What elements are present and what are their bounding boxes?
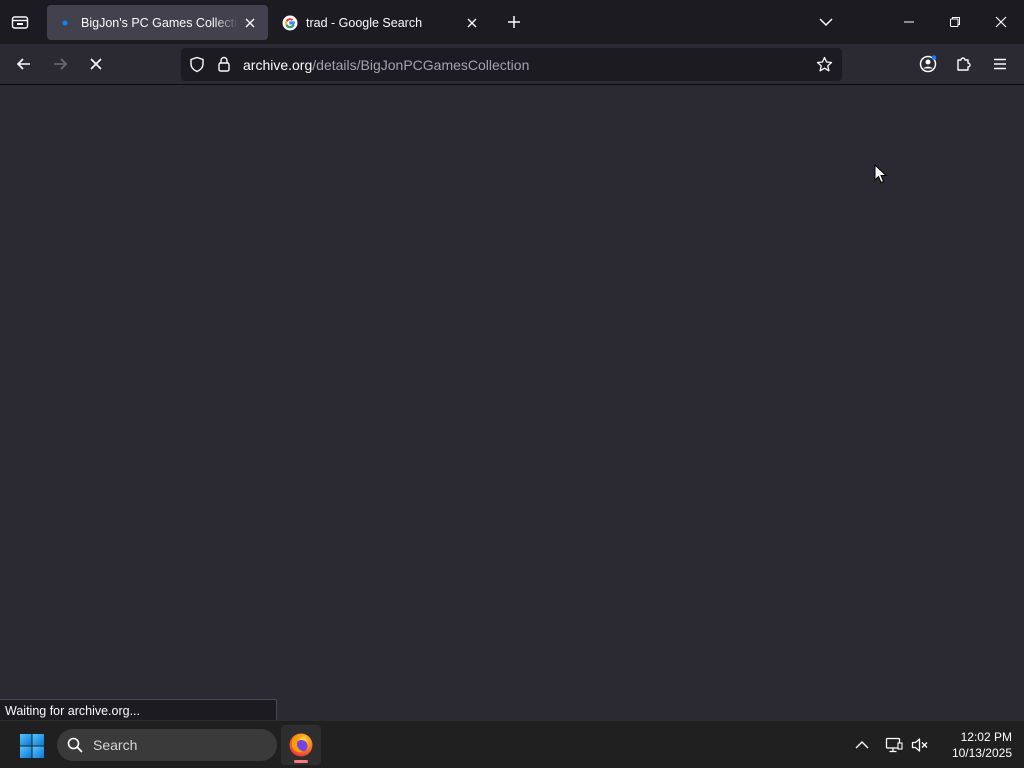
- tab-google-search[interactable]: trad - Google Search: [272, 5, 490, 40]
- start-button[interactable]: [14, 729, 50, 763]
- address-bar[interactable]: archive.org/details/BigJonPCGamesCollect…: [181, 48, 842, 81]
- search-icon: [67, 737, 83, 753]
- minimize-button[interactable]: [886, 0, 932, 44]
- system-clock[interactable]: 12:02 PM 10/13/2025: [936, 729, 1012, 761]
- restore-icon: [950, 17, 960, 27]
- google-icon: [282, 15, 298, 31]
- status-panel: Waiting for archive.org...: [0, 699, 277, 721]
- stop-x-icon: [90, 58, 102, 70]
- new-tab-button[interactable]: [502, 10, 526, 34]
- firefox-view-button[interactable]: [0, 0, 40, 44]
- search-label: Search: [93, 737, 138, 753]
- lock-icon[interactable]: [217, 56, 231, 77]
- account-button[interactable]: [914, 50, 942, 78]
- network-icon: [885, 737, 903, 753]
- firefox-view-icon: [11, 16, 29, 29]
- hamburger-menu-icon: [994, 58, 1006, 70]
- extensions-button[interactable]: [950, 50, 978, 78]
- network-status-button[interactable]: [882, 733, 906, 757]
- puzzle-piece-icon: [957, 57, 971, 71]
- tab-bigjon[interactable]: BigJon's PC Games Collection : Free: [47, 5, 268, 40]
- running-indicator: [294, 760, 308, 763]
- show-hidden-icons-button[interactable]: [850, 733, 874, 757]
- firefox-logo-icon: [289, 733, 313, 757]
- taskbar-search[interactable]: Search: [57, 729, 277, 761]
- volume-button[interactable]: [908, 733, 932, 757]
- close-tab-icon[interactable]: [464, 15, 480, 31]
- mouse-cursor-icon: [874, 164, 888, 184]
- bookmark-star-icon[interactable]: [816, 56, 833, 78]
- close-tab-icon[interactable]: [242, 15, 258, 31]
- close-window-button[interactable]: [978, 0, 1024, 44]
- account-icon: [919, 55, 937, 73]
- list-all-tabs-button[interactable]: [814, 10, 838, 34]
- url-path: /details/BigJonPCGamesCollection: [312, 57, 530, 73]
- arrow-right-icon: [54, 58, 68, 70]
- plus-icon: [508, 16, 520, 28]
- close-icon: [995, 16, 1007, 28]
- url-text[interactable]: archive.org/details/BigJonPCGamesCollect…: [243, 57, 529, 73]
- chevron-up-icon: [855, 741, 869, 749]
- stop-button[interactable]: [82, 50, 110, 78]
- minimize-icon: [904, 21, 914, 23]
- windows-logo-icon: [20, 734, 44, 758]
- clock-time: 12:02 PM: [960, 730, 1012, 744]
- page-content[interactable]: [0, 85, 1024, 720]
- taskbar: Search 12:02 PM 10/13/2025: [0, 720, 1024, 768]
- tab-title: BigJon's PC Games Collection : Free: [81, 15, 238, 30]
- taskbar-firefox-app[interactable]: [281, 725, 321, 765]
- arrow-left-icon: [16, 58, 30, 70]
- navigation-toolbar: archive.org/details/BigJonPCGamesCollect…: [0, 44, 1024, 85]
- loading-dot-icon: [57, 15, 73, 31]
- tracking-protection-shield-icon[interactable]: [189, 56, 205, 78]
- back-button[interactable]: [10, 50, 38, 78]
- forward-button[interactable]: [46, 50, 74, 78]
- restore-button[interactable]: [932, 0, 978, 44]
- tab-title: trad - Google Search: [306, 15, 423, 30]
- app-menu-button[interactable]: [986, 50, 1014, 78]
- volume-muted-icon: [911, 738, 928, 752]
- url-host: archive.org: [243, 57, 313, 73]
- chevron-down-icon: [819, 18, 833, 27]
- clock-date: 10/13/2025: [951, 746, 1012, 760]
- tab-strip: BigJon's PC Games Collection : Free trad…: [0, 0, 1024, 44]
